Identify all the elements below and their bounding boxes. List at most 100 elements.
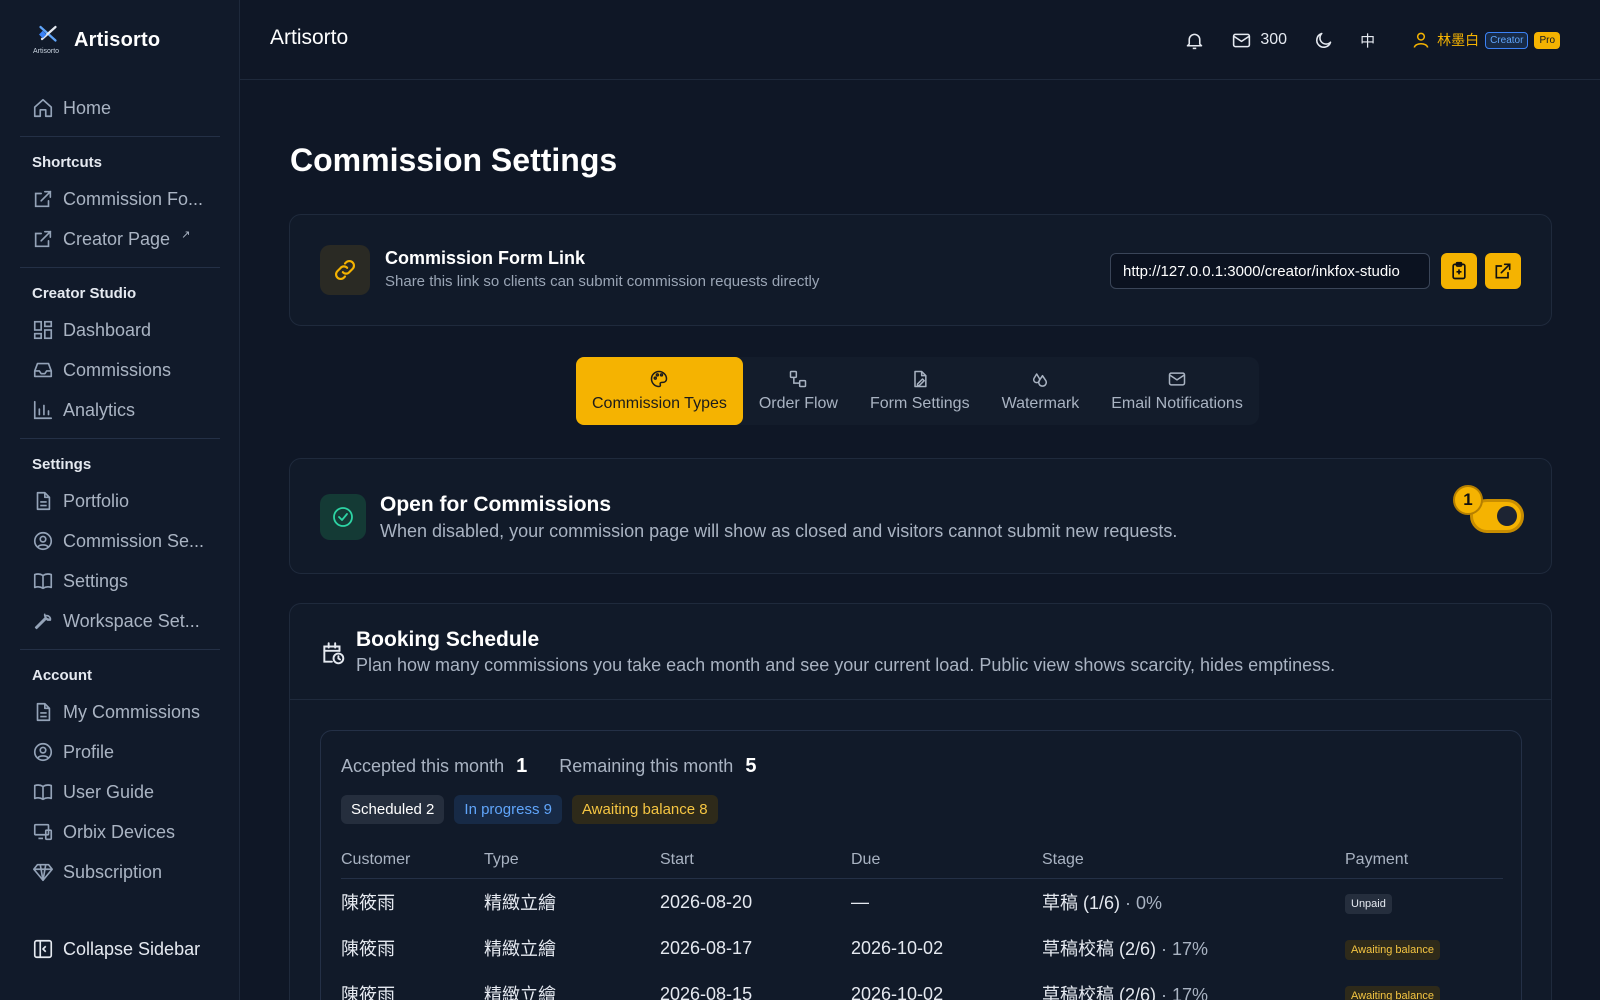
booking-title: Booking Schedule xyxy=(356,628,540,651)
sidebar: Artisorto Artisorto Home Shortcuts Commi… xyxy=(0,0,240,1000)
cell-type: 精緻立繪 xyxy=(484,939,556,959)
sidebar-item-user-guide[interactable]: User Guide xyxy=(20,772,220,812)
column-header: Customer xyxy=(341,850,411,868)
sidebar-item-label: Workspace Set... xyxy=(63,610,200,631)
sidebar-item-label: Orbix Devices xyxy=(63,821,176,842)
cell-type: 精緻立繪 xyxy=(484,985,556,1000)
form-link-url-input[interactable] xyxy=(1110,253,1430,289)
cell-start: 2026-08-17 xyxy=(660,937,753,958)
form-edit-icon xyxy=(910,369,930,389)
table-header: Customer Type Start Due Stage Payment xyxy=(341,841,1503,879)
cell-customer: 陳筱雨 xyxy=(341,985,395,1000)
user-icon xyxy=(1411,30,1431,50)
mail-icon xyxy=(1231,30,1252,51)
external-link-icon xyxy=(32,228,54,250)
tab-email-notifications[interactable]: Email Notifications xyxy=(1095,357,1259,425)
cell-stage: 草稿校稿 (2/6) · 17% xyxy=(1042,981,1345,1000)
sidebar-item-profile[interactable]: Profile xyxy=(20,732,220,772)
sidebar-item-label: Profile xyxy=(63,741,115,762)
notifications-button[interactable] xyxy=(1184,30,1205,51)
cell-stage: 草稿校稿 (2/6) · 17% xyxy=(1042,935,1345,961)
sidebar-item-commission-form[interactable]: Commission Fo... xyxy=(20,179,220,219)
user-menu[interactable]: 林墨白 Creator Pro xyxy=(1411,30,1560,50)
messages-button[interactable]: 300 xyxy=(1231,30,1287,51)
chip-scheduled[interactable]: Scheduled 2 xyxy=(341,795,445,824)
sidebar-item-home[interactable]: Home xyxy=(20,88,220,128)
sidebar-item-settings[interactable]: Settings xyxy=(20,561,220,601)
sidebar-divider xyxy=(20,649,220,650)
flow-icon xyxy=(788,369,808,389)
cell-start: 2026-08-20 xyxy=(660,891,753,912)
tab-watermark[interactable]: Watermark xyxy=(986,357,1096,425)
language-button[interactable]: 中 xyxy=(1360,30,1375,51)
tab-form-settings[interactable]: Form Settings xyxy=(854,357,986,425)
user-name: 林墨白 xyxy=(1437,32,1480,48)
open-title: Open for Commissions xyxy=(380,493,612,516)
sidebar-nav: Home Shortcuts Commission Fo... Creator … xyxy=(20,88,220,892)
external-link-icon xyxy=(1493,261,1513,281)
cell-type: 精緻立繪 xyxy=(484,893,556,913)
user-circle-icon xyxy=(32,530,54,552)
link-icon xyxy=(332,257,358,283)
copy-link-button[interactable] xyxy=(1441,253,1477,289)
sidebar-heading-creator-studio: Creator Studio xyxy=(32,284,137,302)
document-icon xyxy=(32,701,54,723)
clipboard-copy-icon xyxy=(1449,261,1469,281)
check-circle-icon xyxy=(331,505,355,529)
tab-commission-types[interactable]: Commission Types xyxy=(576,357,743,425)
commission-form-link-card: Commission Form Link Share this link so … xyxy=(289,214,1552,326)
sidebar-item-workspace-settings[interactable]: Workspace Set... xyxy=(20,601,220,641)
payment-badge: Unpaid xyxy=(1345,893,1392,914)
creator-badge: Creator xyxy=(1485,31,1529,49)
table-row[interactable]: 陳筱雨 精緻立繪 2026-08-15 2026-10-02 草稿校稿 (2/6… xyxy=(341,971,1503,1000)
sidebar-divider xyxy=(20,267,220,268)
booking-subtitle: Plan how many commissions you take each … xyxy=(356,655,1336,675)
open-for-commissions-card: Open for Commissions When disabled, your… xyxy=(289,458,1552,574)
booking-table: Customer Type Start Due Stage Payment 陳筱… xyxy=(341,841,1503,1000)
booking-stats: Accepted this month 1 Remaining this mon… xyxy=(341,755,776,778)
stage-percent: · 17% xyxy=(1156,939,1209,959)
form-link-title: Commission Form Link xyxy=(385,248,586,268)
language-label: 中 xyxy=(1360,32,1376,50)
brand-logo-text: Artisorto xyxy=(33,48,60,55)
table-row[interactable]: 陳筱雨 精緻立繪 2026-08-17 2026-10-02 草稿校稿 (2/6… xyxy=(341,925,1503,971)
sidebar-item-commission-settings[interactable]: Commission Se... xyxy=(20,521,220,561)
chart-icon xyxy=(32,399,54,421)
sidebar-item-label: Analytics xyxy=(63,399,136,420)
mail-icon xyxy=(1167,369,1187,389)
remaining-value: 5 xyxy=(745,755,757,777)
sidebar-item-my-commissions[interactable]: My Commissions xyxy=(20,692,220,732)
sidebar-item-analytics[interactable]: Analytics xyxy=(20,390,220,430)
tab-order-flow[interactable]: Order Flow xyxy=(743,357,854,425)
home-icon xyxy=(32,97,54,119)
toggle-count-badge: 1 xyxy=(1453,485,1483,515)
sidebar-item-creator-page[interactable]: Creator Page ↗ xyxy=(20,219,220,259)
sidebar-item-portfolio[interactable]: Portfolio xyxy=(20,481,220,521)
sidebar-item-orbix-devices[interactable]: Orbix Devices xyxy=(20,812,220,852)
sidebar-item-dashboard[interactable]: Dashboard xyxy=(20,310,220,350)
stage-percent: · 17% xyxy=(1156,985,1209,1000)
brand-logo-icon: Artisorto xyxy=(32,24,64,56)
payment-badge: Awaiting balance xyxy=(1345,939,1440,960)
chip-awaiting-balance[interactable]: Awaiting balance 8 xyxy=(571,795,718,824)
chip-in-progress[interactable]: In progress 9 xyxy=(454,795,562,824)
sidebar-item-commissions[interactable]: Commissions xyxy=(20,350,220,390)
stage-label: 草稿 (1/6) xyxy=(1042,893,1121,913)
sidebar-heading-shortcuts: Shortcuts xyxy=(32,153,103,171)
sidebar-item-subscription[interactable]: Subscription xyxy=(20,852,220,892)
tab-label: Form Settings xyxy=(869,395,970,412)
brand-name: Artisorto xyxy=(74,28,161,51)
table-row[interactable]: 陳筱雨 精緻立繪 2026-08-20 — 草稿 (1/6) · 0% Unpa… xyxy=(341,879,1503,925)
open-link-button[interactable] xyxy=(1485,253,1521,289)
brand[interactable]: Artisorto Artisorto xyxy=(32,24,160,56)
theme-toggle-button[interactable] xyxy=(1313,30,1334,51)
wrench-icon xyxy=(32,610,54,632)
cell-stage: 草稿 (1/6) · 0% xyxy=(1042,889,1345,915)
sidebar-collapse-icon xyxy=(32,938,54,960)
stage-label: 草稿校稿 (2/6) xyxy=(1042,939,1157,959)
stage-label: 草稿校稿 (2/6) xyxy=(1042,985,1157,1000)
remaining-label: Remaining this month xyxy=(559,756,734,776)
collapse-sidebar-button[interactable]: Collapse Sidebar xyxy=(20,929,220,969)
tab-label: Watermark xyxy=(1001,395,1080,412)
sidebar-divider xyxy=(20,438,220,439)
